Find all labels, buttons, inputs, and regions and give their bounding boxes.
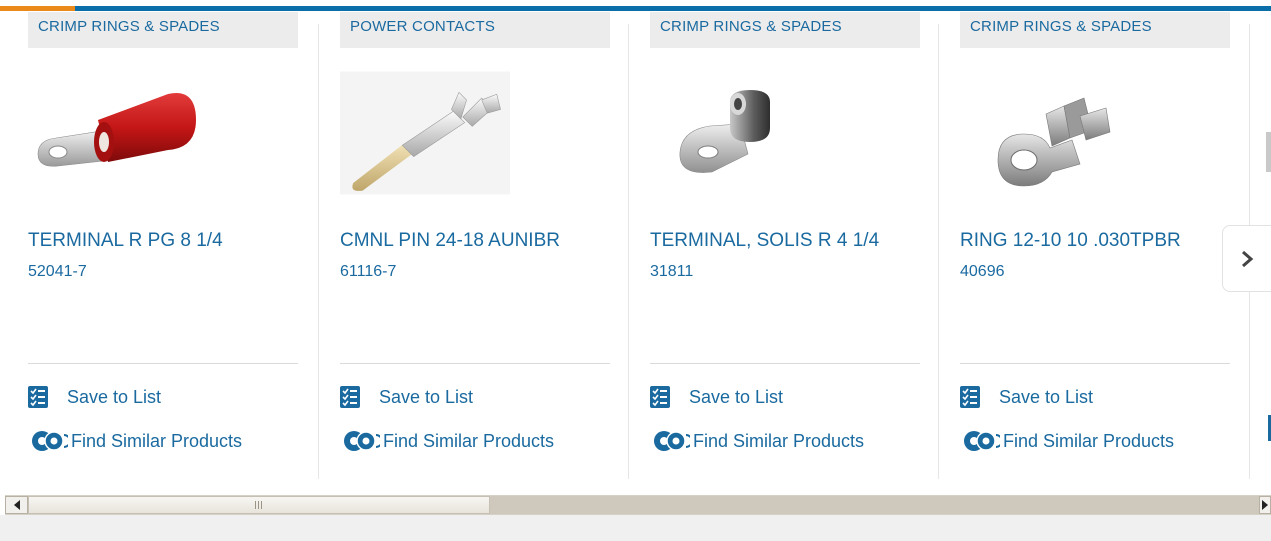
arrow-right-icon xyxy=(1262,500,1268,510)
checklist-icon xyxy=(650,386,670,408)
save-to-list-button[interactable]: Save to List xyxy=(340,385,473,409)
product-title-link[interactable]: TERMINAL, SOLIS R 4 1/4 xyxy=(650,230,879,252)
grip-icon xyxy=(255,501,262,509)
find-similar-label: Find Similar Products xyxy=(693,430,865,451)
card-separator xyxy=(650,363,920,364)
find-similar-label: Find Similar Products xyxy=(71,430,243,451)
category-label[interactable]: POWER CONTACTS xyxy=(340,12,610,48)
find-similar-products-button[interactable]: Find Similar Products xyxy=(650,429,864,453)
scroll-left-button[interactable] xyxy=(5,496,28,514)
save-to-list-button[interactable]: Save to List xyxy=(28,385,161,409)
part-number-link[interactable]: 40696 xyxy=(960,263,1005,281)
accent-bar-blue xyxy=(0,6,1271,11)
scrollbar-thumb[interactable] xyxy=(28,496,490,514)
gears-icon xyxy=(654,431,690,451)
checklist-icon xyxy=(28,386,48,408)
find-similar-label: Find Similar Products xyxy=(1003,430,1175,451)
product-image[interactable] xyxy=(960,68,1140,198)
product-card: POWER CONTACTS CMNL PIN 24-18 AUNIBR 611… xyxy=(340,12,610,467)
save-to-list-button[interactable]: Save to List xyxy=(650,385,783,409)
product-image[interactable] xyxy=(28,68,208,198)
category-label[interactable]: CRIMP RINGS & SPADES xyxy=(28,12,298,48)
save-to-list-label: Save to List xyxy=(689,386,784,407)
save-to-list-label: Save to List xyxy=(379,386,474,407)
checklist-icon xyxy=(340,386,360,408)
card-divider xyxy=(318,24,319,479)
find-similar-label: Find Similar Products xyxy=(383,430,555,451)
gears-icon xyxy=(32,431,68,451)
gears-icon xyxy=(964,431,1000,451)
save-to-list-button[interactable]: Save to List xyxy=(960,385,1093,409)
top-accent-bar xyxy=(0,0,1271,12)
scrollbar-track[interactable] xyxy=(490,496,1259,514)
category-label[interactable]: CRIMP RINGS & SPADES xyxy=(650,12,920,48)
product-title-link[interactable]: TERMINAL R PG 8 1/4 xyxy=(28,230,223,252)
save-to-list-label: Save to List xyxy=(67,386,162,407)
gears-icon xyxy=(344,431,380,451)
carousel-next-button[interactable] xyxy=(1222,225,1271,292)
card-divider xyxy=(628,24,629,479)
card-divider xyxy=(938,24,939,479)
part-number-link[interactable]: 31811 xyxy=(650,263,693,281)
card-separator xyxy=(28,363,298,364)
checklist-icon xyxy=(960,386,980,408)
card-separator xyxy=(340,363,610,364)
find-similar-products-button[interactable]: Find Similar Products xyxy=(340,429,554,453)
find-similar-products-button[interactable]: Find Similar Products xyxy=(28,429,242,453)
card-separator xyxy=(960,363,1230,364)
product-card: CRIMP RINGS & SPADES TERMINAL, SOLIS R 4… xyxy=(650,12,920,467)
part-number-link[interactable]: 61116-7 xyxy=(340,263,396,281)
horizontal-scrollbar[interactable] xyxy=(5,495,1271,515)
save-to-list-label: Save to List xyxy=(999,386,1094,407)
chevron-right-icon xyxy=(1242,250,1254,267)
accent-bar-orange xyxy=(0,6,75,11)
part-number-link[interactable]: 52041-7 xyxy=(28,263,87,281)
product-card: CRIMP RINGS & SPADES TERMINAL R PG 8 1/4… xyxy=(28,12,298,467)
product-title-link[interactable]: RING 12-10 10 .030TPBR xyxy=(960,230,1181,252)
product-title-link[interactable]: CMNL PIN 24-18 AUNIBR xyxy=(340,230,560,252)
find-similar-products-button[interactable]: Find Similar Products xyxy=(960,429,1174,453)
product-carousel: CRIMP RINGS & SPADES TERMINAL R PG 8 1/4… xyxy=(0,12,1271,482)
arrow-left-icon xyxy=(13,500,20,510)
product-card: CRIMP RINGS & SPADES RING 12-10 10 .030T… xyxy=(960,12,1230,467)
product-image[interactable] xyxy=(650,68,830,198)
product-image[interactable] xyxy=(340,68,510,198)
category-label[interactable]: CRIMP RINGS & SPADES xyxy=(960,12,1230,48)
scroll-right-button[interactable] xyxy=(1259,496,1271,514)
footer-strip xyxy=(0,515,1271,541)
